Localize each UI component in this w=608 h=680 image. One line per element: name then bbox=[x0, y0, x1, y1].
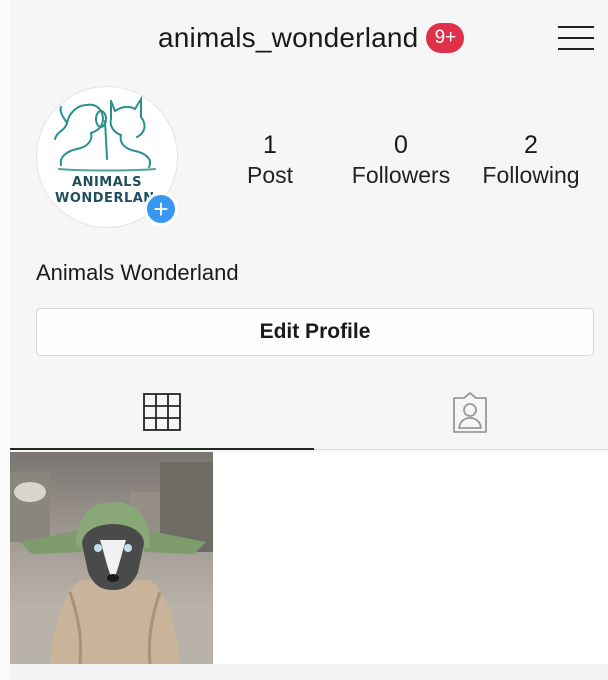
grid-icon bbox=[143, 393, 181, 431]
post-grid-empty-area bbox=[213, 452, 608, 664]
following-count: 2 bbox=[524, 131, 538, 159]
followers-label: Followers bbox=[351, 162, 451, 188]
avatar-logo-text-line1: ANIMALS bbox=[72, 175, 142, 190]
edit-profile-button[interactable]: Edit Profile bbox=[36, 308, 594, 356]
tab-tagged[interactable] bbox=[314, 374, 608, 450]
profile-avatar-group[interactable]: ANIMALS WONDERLAN + bbox=[36, 86, 180, 230]
hamburger-menu-icon[interactable] bbox=[558, 22, 594, 54]
bottom-strip bbox=[10, 664, 608, 680]
stat-following[interactable]: 2 Following bbox=[478, 130, 584, 190]
husky-in-yoda-costume-image bbox=[10, 452, 213, 664]
profile-tabs bbox=[10, 374, 608, 450]
following-label: Following bbox=[482, 162, 580, 188]
stat-posts[interactable]: 1 Post bbox=[244, 130, 296, 190]
post-thumbnail[interactable] bbox=[10, 452, 213, 664]
tagged-person-icon bbox=[453, 392, 487, 433]
avatar-logo-text-line2: WONDERLAN bbox=[55, 191, 155, 206]
display-name: Animals Wonderland bbox=[36, 260, 239, 285]
stat-followers[interactable]: 0 Followers bbox=[348, 130, 454, 190]
username-title: animals_wonderland bbox=[158, 22, 419, 53]
left-frame-edge bbox=[0, 0, 10, 680]
tab-grid[interactable] bbox=[10, 374, 314, 450]
notification-badge[interactable]: 9+ bbox=[426, 23, 465, 53]
plus-icon[interactable]: + bbox=[144, 192, 178, 226]
profile-header: animals_wonderland 9+ bbox=[10, 0, 608, 80]
posts-label: Post bbox=[246, 162, 294, 188]
posts-count: 1 bbox=[263, 131, 277, 159]
username-group[interactable]: animals_wonderland 9+ bbox=[158, 22, 465, 54]
followers-count: 0 bbox=[394, 131, 408, 159]
